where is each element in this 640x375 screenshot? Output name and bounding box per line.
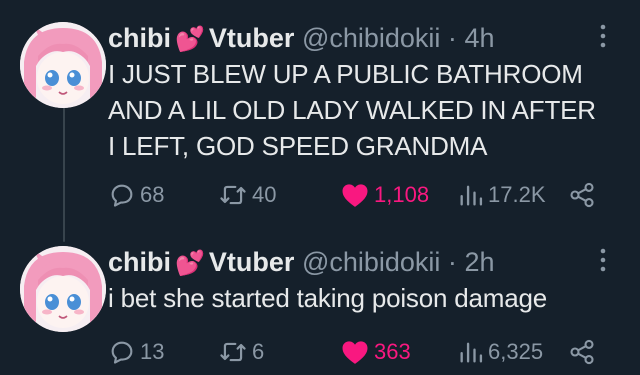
retweet-count: 40	[252, 182, 277, 207]
tweet-text: i bet she started taking poison damage	[108, 283, 548, 313]
share-icon	[568, 338, 596, 366]
retweet-count: 6	[252, 339, 265, 364]
like-count: 363	[374, 339, 411, 364]
more-icon[interactable]	[588, 18, 618, 54]
avatar[interactable]	[20, 22, 106, 108]
views-count: 17.2K	[488, 182, 546, 207]
tweet-actions: 13 6 363 6,325	[108, 336, 608, 368]
like-button[interactable]: 1,108	[340, 179, 429, 211]
avatar[interactable]	[20, 246, 106, 332]
views-icon	[458, 181, 484, 209]
share-icon	[568, 181, 596, 209]
views-button[interactable]: 6,325	[458, 336, 543, 368]
two-hearts-emoji: 💕	[175, 250, 205, 277]
views-button[interactable]: 17.2K	[458, 179, 546, 211]
timestamp[interactable]: 2h	[464, 247, 494, 277]
display-name[interactable]: chibi 💕 Vtuber	[108, 247, 294, 277]
share-button[interactable]	[568, 179, 596, 211]
tweet-header: chibi 💕 Vtuber @chibidokii · 2h	[108, 244, 494, 282]
tweet-actions: 68 40 1,108 17.2K	[108, 179, 608, 211]
reply-button[interactable]: 68	[108, 179, 164, 211]
retweet-icon	[218, 338, 248, 366]
reply-count: 13	[140, 339, 165, 364]
reply-button[interactable]: 13	[108, 336, 164, 368]
display-name[interactable]: chibi 💕 Vtuber	[108, 23, 294, 53]
heart-filled-icon	[340, 181, 370, 209]
heart-filled-icon	[340, 338, 370, 366]
views-icon	[458, 338, 484, 366]
separator-dot: ·	[447, 247, 457, 277]
tweet-header: chibi 💕 Vtuber @chibidokii · 4h	[108, 20, 494, 58]
more-icon[interactable]	[588, 242, 618, 278]
timestamp[interactable]: 4h	[464, 23, 494, 53]
tweet-text: I JUST BLEW UP A PUBLIC BATHROOM AND A L…	[108, 59, 596, 161]
like-count: 1,108	[374, 182, 430, 207]
handle[interactable]: @chibidokii	[302, 247, 440, 277]
reply-icon	[108, 338, 136, 366]
retweet-button[interactable]: 6	[218, 336, 264, 368]
two-hearts-emoji: 💕	[175, 26, 205, 53]
retweet-icon	[218, 181, 248, 209]
share-button[interactable]	[568, 336, 596, 368]
like-button[interactable]: 363	[340, 336, 411, 368]
reply-icon	[108, 181, 136, 209]
handle[interactable]: @chibidokii	[302, 23, 440, 53]
thread-line	[63, 102, 65, 242]
separator-dot: ·	[447, 23, 457, 53]
views-count: 6,325	[488, 339, 544, 364]
reply-count: 68	[140, 182, 165, 207]
retweet-button[interactable]: 40	[218, 179, 276, 211]
